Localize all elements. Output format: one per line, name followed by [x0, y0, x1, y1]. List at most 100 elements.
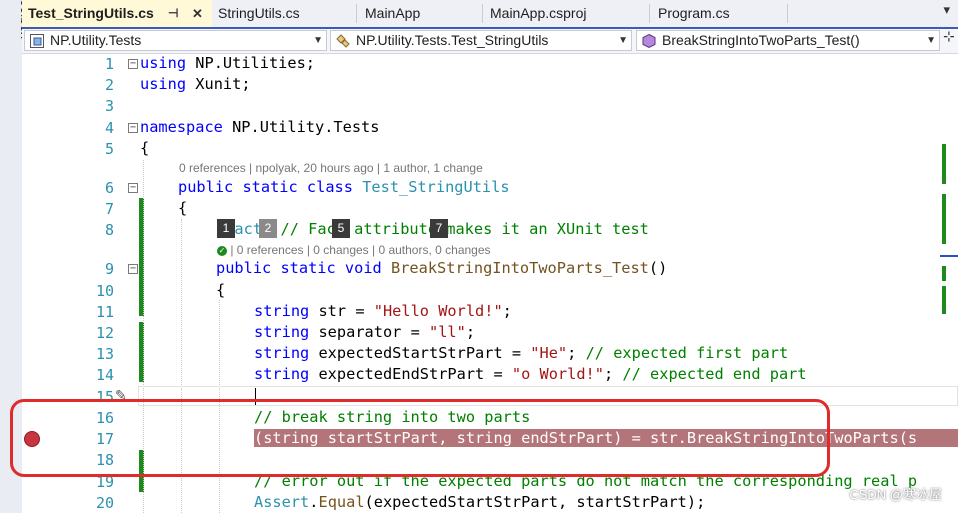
- keyword: public static class: [178, 178, 353, 196]
- collapse-toggle[interactable]: −: [128, 59, 138, 69]
- keyword: string: [254, 302, 310, 320]
- keyword: using: [140, 54, 187, 72]
- tab-label: Test_StringUtils.cs: [28, 5, 154, 21]
- line-number: 4: [104, 119, 114, 137]
- chevron-down-icon[interactable]: ▼: [926, 31, 936, 50]
- close-icon[interactable]: ✕: [192, 0, 203, 27]
- code-text: {: [178, 199, 188, 217]
- tab-label: StringUtils.cs: [218, 5, 300, 21]
- project-dropdown[interactable]: NP.Utility.Tests ▼: [24, 30, 327, 51]
- line-number: 13: [95, 345, 114, 363]
- code-text: {: [216, 281, 226, 299]
- pin-icon[interactable]: ⊣: [168, 0, 178, 27]
- test-passed-icon[interactable]: ✓: [217, 245, 227, 256]
- tab-divider: [787, 4, 788, 23]
- code-line: using Xunit;: [140, 75, 251, 93]
- tab-program-cs[interactable]: Program.cs: [658, 0, 788, 27]
- code-text: NP.Utilities;: [186, 54, 315, 72]
- code-text: expectedEndStrPart =: [309, 365, 512, 383]
- method-icon: [642, 33, 656, 49]
- class-icon: [336, 34, 350, 48]
- tab-mainapp-csproj[interactable]: MainApp.csproj: [490, 0, 650, 27]
- code-text: expectedStartStrPart =: [309, 344, 531, 362]
- code-text: (s: [898, 429, 918, 447]
- keytip-badge: 7: [430, 219, 448, 238]
- code-line: string expectedEndStrPart = "o World!"; …: [254, 365, 807, 383]
- tab-label: MainApp: [365, 5, 421, 21]
- keyword: using: [140, 75, 187, 93]
- code-editor[interactable]: 1 2 3 4 5 6 7 8 9 10 11 12 13 14 15 16 1…: [10, 54, 958, 513]
- code-line: {: [178, 199, 187, 217]
- code-text: ;: [603, 365, 623, 383]
- comment: // expected end part: [622, 365, 807, 383]
- collapse-toggle[interactable]: −: [128, 183, 138, 193]
- tab-test-stringutils[interactable]: Test_StringUtils.cs ⊣ ✕: [22, 0, 212, 27]
- tab-stringutils[interactable]: StringUtils.cs: [218, 0, 358, 27]
- scrollbar-position-marker: [940, 255, 958, 257]
- line-number: 20: [95, 494, 114, 512]
- code-text: separator =: [309, 323, 429, 341]
- code-line: {: [140, 139, 149, 157]
- keytip-badge: 2: [259, 219, 277, 238]
- line-number: 14: [95, 366, 114, 384]
- method-name: BreakStringIntoTwoParts_Test: [391, 259, 649, 277]
- code-line: using NP.Utilities;: [140, 54, 315, 72]
- scrollbar-change-marker: [942, 266, 946, 281]
- tab-label: MainApp.csproj: [490, 5, 587, 21]
- line-number: 5: [104, 140, 114, 158]
- class-name: NP.Utility.Tests.Test_StringUtils: [356, 32, 549, 48]
- chevron-down-icon[interactable]: ▼: [618, 31, 628, 50]
- keyword: string: [254, 323, 310, 341]
- code-text: {: [140, 139, 150, 157]
- line-number: 10: [95, 282, 114, 300]
- string-literal: "ll": [429, 323, 466, 341]
- collapse-toggle[interactable]: −: [128, 123, 138, 133]
- code-text: ;: [502, 302, 512, 320]
- line-number: 6: [104, 179, 114, 197]
- string-literal: "He": [530, 344, 568, 362]
- tab-divider: [649, 4, 650, 23]
- member-name: BreakStringIntoTwoParts_Test(): [662, 32, 860, 48]
- string-literal: "o World!": [511, 365, 604, 383]
- keyword: string: [254, 365, 310, 383]
- document-tab-bar: Test_StringUtils.cs ⊣ ✕ StringUtils.cs M…: [22, 0, 958, 29]
- scrollbar-change-marker: [942, 194, 946, 244]
- project-name: NP.Utility.Tests: [50, 32, 142, 48]
- scrollbar-change-marker: [942, 286, 946, 314]
- code-text: (): [648, 259, 668, 277]
- code-line: public static class Test_StringUtils: [178, 178, 510, 196]
- chevron-down-icon[interactable]: ▾: [943, 3, 950, 18]
- codelens-info[interactable]: ✓ | 0 references | 0 changes | 0 authors…: [217, 243, 491, 257]
- code-text: (expectedStartStrPart, startStrPart);: [364, 493, 706, 511]
- csharp-project-icon: [30, 34, 44, 48]
- keytip-badge: 5: [332, 219, 350, 238]
- tab-mainapp[interactable]: MainApp: [365, 0, 485, 27]
- keyword: string: [254, 344, 310, 362]
- class-dropdown[interactable]: NP.Utility.Tests.Test_StringUtils ▼: [330, 30, 632, 51]
- line-number: 11: [95, 303, 114, 321]
- keytip-badge: 1: [217, 219, 235, 238]
- line-number: 7: [104, 200, 114, 218]
- code-line: string separator = "ll";: [254, 323, 475, 341]
- tab-divider: [482, 4, 483, 23]
- watermark: CSDN @寒冰屋: [849, 487, 942, 502]
- line-number: 12: [95, 324, 114, 342]
- codelens-info[interactable]: 0 references | npolyak, 20 hours ago | 1…: [179, 161, 483, 175]
- code-line: Assert.Equal(expectedStartStrPart, start…: [254, 493, 705, 511]
- code-line: string expectedStartStrPart = "He"; // e…: [254, 344, 788, 362]
- line-number: 2: [104, 76, 114, 94]
- code-line: public static void BreakStringIntoTwoPar…: [216, 259, 667, 277]
- type-name: Assert: [254, 493, 310, 511]
- line-number: 1: [104, 55, 114, 73]
- split-window-icon[interactable]: ⊹: [943, 29, 955, 45]
- scrollbar-change-marker: [942, 144, 946, 184]
- codelens-text: | 0 references | 0 changes | 0 authors, …: [230, 243, 491, 257]
- collapse-toggle[interactable]: −: [128, 264, 138, 274]
- navigation-bar: NP.Utility.Tests ▼ NP.Utility.Tests.Test…: [22, 29, 958, 54]
- chevron-down-icon[interactable]: ▼: [313, 31, 323, 50]
- type-name: Test_StringUtils: [362, 178, 510, 196]
- member-dropdown[interactable]: BreakStringIntoTwoParts_Test() ▼: [636, 30, 940, 51]
- tab-divider: [356, 4, 357, 23]
- tab-label: Program.cs: [658, 5, 730, 21]
- comment: // expected first part: [585, 344, 789, 362]
